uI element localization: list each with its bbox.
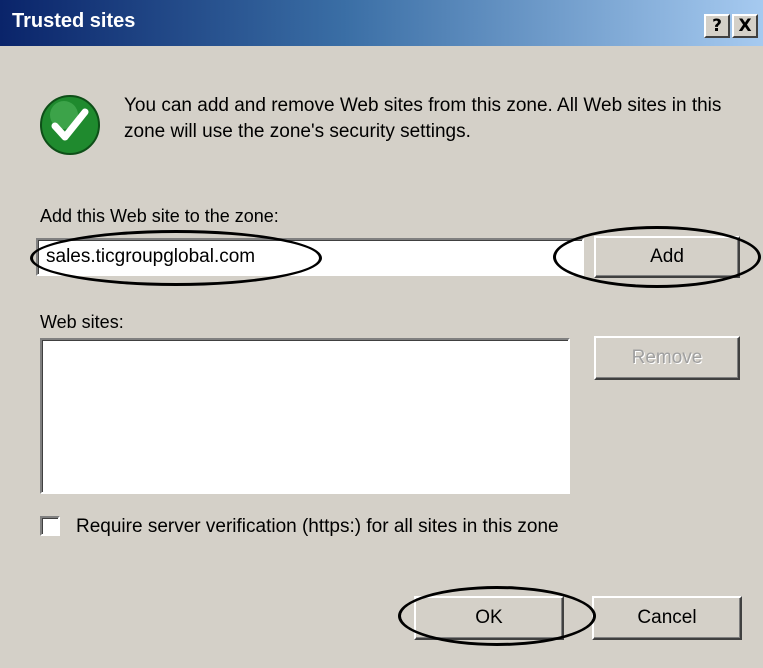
cancel-button[interactable]: Cancel (592, 596, 742, 640)
close-icon: X (738, 16, 752, 36)
add-site-label: Add this Web site to the zone: (40, 206, 279, 226)
site-url-input[interactable] (36, 238, 584, 276)
title-bar[interactable]: Trusted sites ? X (0, 0, 763, 46)
require-verification-label[interactable]: Require server verification (https:) for… (76, 516, 559, 538)
web-sites-label: Web sites: (40, 312, 124, 332)
check-shield-icon (40, 95, 100, 155)
window-title: Trusted sites (12, 10, 136, 32)
add-button[interactable]: Add (594, 236, 740, 278)
help-button[interactable]: ? (704, 14, 730, 38)
close-button[interactable]: X (732, 14, 758, 38)
ok-button[interactable]: OK (414, 596, 564, 640)
info-text: You can add and remove Web sites from th… (124, 95, 722, 142)
remove-button[interactable]: Remove (594, 336, 740, 380)
web-sites-list[interactable] (40, 338, 570, 494)
require-verification-checkbox[interactable] (40, 516, 60, 536)
trusted-sites-dialog: Trusted sites ? X You can add and remove… (0, 0, 763, 668)
help-icon: ? (712, 16, 722, 36)
